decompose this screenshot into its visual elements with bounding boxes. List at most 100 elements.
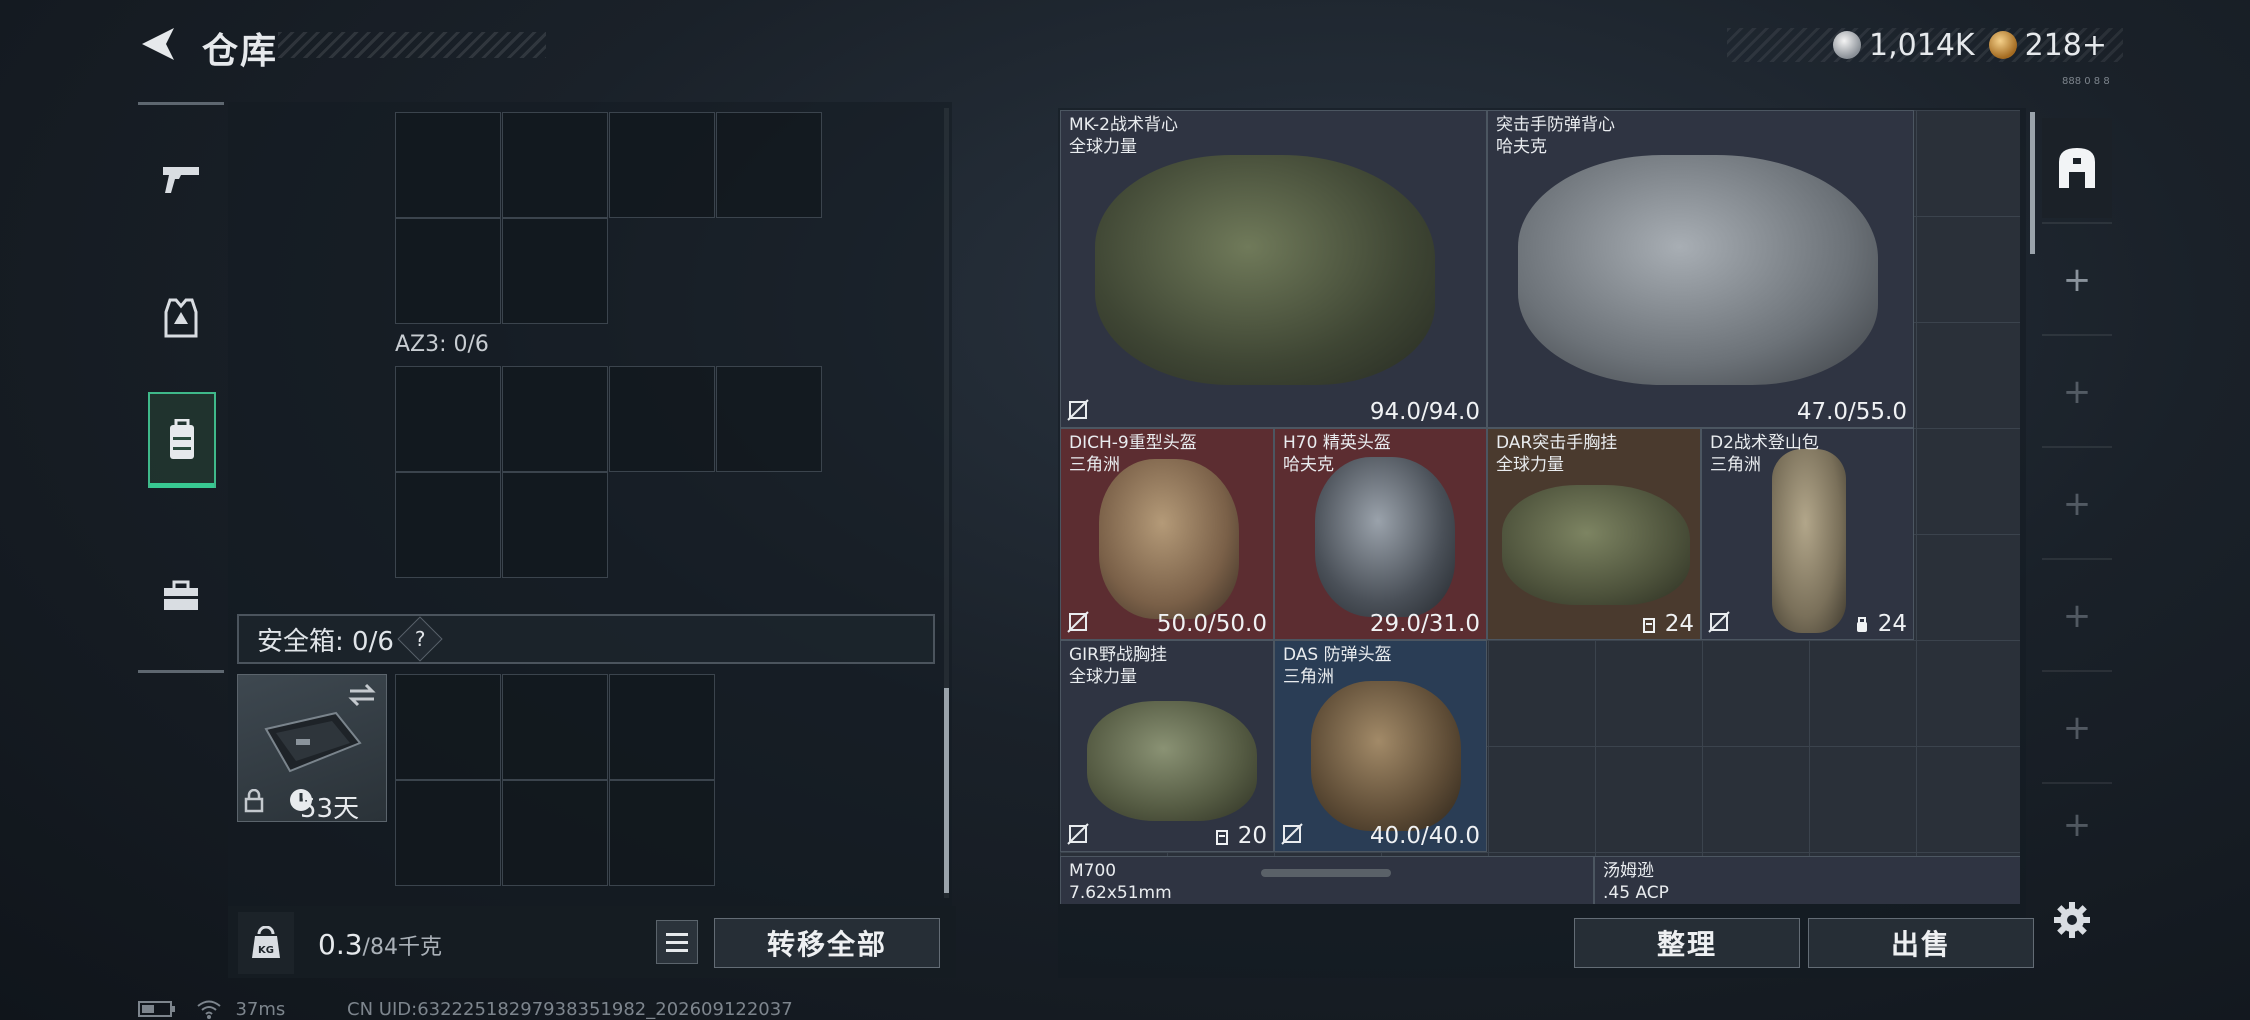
item-h70-helmet[interactable]: H70 精英头盔 哈夫克 29.0/31.0	[1274, 428, 1487, 640]
transfer-all-button[interactable]: 转移全部	[714, 918, 940, 968]
capacity-readout: 24	[1641, 611, 1694, 637]
add-warehouse-tab[interactable]: +	[2042, 342, 2112, 442]
backpack-image	[1772, 449, 1846, 633]
sort-button[interactable]: 整理	[1574, 918, 1800, 968]
no-insure-icon	[1067, 611, 1089, 633]
side-tab-divider	[2042, 334, 2112, 336]
section-label: AZ3: 0/6	[395, 332, 489, 357]
slot[interactable]	[502, 112, 608, 218]
item-das-helmet[interactable]: DAS 防弹头盔 三角洲 40.0/40.0	[1274, 640, 1487, 852]
add-warehouse-tab[interactable]: +	[2042, 230, 2112, 330]
gold-currency[interactable]: 218+	[1988, 28, 2107, 63]
helmet-image	[1311, 681, 1461, 831]
warehouse-icon	[2059, 148, 2095, 188]
side-tab-divider	[2042, 446, 2112, 448]
pistol-icon	[163, 167, 199, 193]
item-m700-rifle[interactable]: M700 7.62x51mm	[1060, 856, 1594, 904]
armor-tab[interactable]	[138, 270, 224, 366]
add-warehouse-tab[interactable]: +	[2042, 566, 2112, 666]
case-tab[interactable]	[138, 548, 224, 644]
vest-image	[1095, 155, 1435, 385]
weight-readout: 0.3/84千克	[318, 928, 442, 961]
slot[interactable]	[609, 674, 715, 780]
vest-image	[1518, 155, 1878, 385]
item-d2-backpack[interactable]: D2战术登山包 三角洲 24	[1701, 428, 1914, 640]
safebox-case-image	[264, 711, 362, 773]
vest-icon	[164, 298, 198, 338]
swap-icon[interactable]	[348, 683, 376, 707]
rifle-image	[1261, 869, 1391, 877]
backpack-capacity-icon	[1857, 616, 1868, 632]
capacity-icon	[1643, 617, 1656, 633]
helmet-image	[1099, 459, 1239, 619]
safebox-days-remaining: 53天	[300, 794, 360, 824]
capacity-icon	[1216, 829, 1229, 845]
battery-icon	[138, 1001, 175, 1017]
no-insure-icon	[1281, 823, 1303, 845]
no-insure-icon	[1067, 399, 1089, 421]
rail-divider	[138, 102, 224, 105]
backpack-tab[interactable]	[148, 392, 216, 488]
status-bar: 37ms CN UID:6322251829793835198​2_202609…	[138, 998, 793, 1020]
svg-text:KG: KG	[258, 945, 274, 956]
item-dich9-helmet[interactable]: DICH-9重型头盔 三角洲 50.0/50.0	[1060, 428, 1274, 640]
list-view-button[interactable]	[656, 920, 698, 964]
no-insure-icon	[1067, 823, 1089, 845]
slot[interactable]	[716, 112, 822, 218]
capacity-readout: 20	[1214, 823, 1267, 849]
item-thompson-smg[interactable]: 汤姆逊 .45 ACP	[1594, 856, 2020, 904]
add-warehouse-tab[interactable]: +	[2042, 790, 2112, 860]
warehouse-grid: MK-2战术背心 全球力量 94.0/94.0 突击手防弹背心 哈夫克 47.0…	[1060, 110, 2020, 904]
slot[interactable]	[395, 780, 501, 886]
safebox-label: 安全箱: 0/6	[257, 626, 394, 657]
silver-coin-icon	[1833, 31, 1862, 59]
page-title: 仓库	[202, 31, 279, 72]
no-insure-icon	[1708, 611, 1730, 633]
slot[interactable]	[502, 366, 608, 472]
slot[interactable]	[502, 472, 608, 578]
rig-image	[1502, 485, 1690, 605]
title-decoration	[278, 32, 546, 58]
backpack-icon	[170, 419, 194, 459]
slot[interactable]	[395, 674, 501, 780]
weight-icon: KG	[238, 912, 294, 974]
item-mk2-vest[interactable]: MK-2战术背心 全球力量 94.0/94.0	[1060, 110, 1487, 428]
back-icon[interactable]	[138, 24, 178, 64]
side-tab-divider	[2042, 558, 2112, 560]
settings-gear-icon[interactable]	[2052, 900, 2092, 940]
slot[interactable]	[502, 674, 608, 780]
item-gir-chest-rig[interactable]: GIR野战胸挂 全球力量 20	[1060, 640, 1274, 852]
item-dar-chest-rig[interactable]: DAR突击手胸挂 全球力量 24	[1487, 428, 1701, 640]
version-tag: 888 0 8 8	[2062, 76, 2110, 87]
slot[interactable]	[395, 218, 501, 324]
wifi-icon	[197, 1000, 221, 1019]
slot[interactable]	[395, 366, 501, 472]
slot[interactable]	[609, 780, 715, 886]
briefcase-icon	[164, 580, 198, 610]
uid-readout: CN UID:6322251829793835198​2_20260912203…	[347, 998, 793, 1020]
help-icon[interactable]: ?	[397, 616, 443, 662]
safebox-header: 安全箱: 0/6 ?	[237, 614, 935, 664]
slot[interactable]	[716, 366, 822, 472]
item-assault-vest[interactable]: 突击手防弹背心 哈夫克 47.0/55.0	[1487, 110, 1914, 428]
slot[interactable]	[502, 218, 608, 324]
slot[interactable]	[609, 366, 715, 472]
gold-coin-icon	[1988, 31, 2017, 59]
weapons-tab[interactable]	[138, 130, 224, 226]
rail-divider	[138, 670, 224, 673]
warehouse-main-tab[interactable]	[2042, 118, 2112, 218]
side-tab-divider	[2042, 782, 2112, 784]
side-tab-divider	[2042, 670, 2112, 672]
slot[interactable]	[502, 780, 608, 886]
add-warehouse-tab[interactable]: +	[2042, 454, 2112, 554]
backpack-scroll-thumb[interactable]	[944, 688, 949, 893]
slot[interactable]	[609, 112, 715, 218]
capacity-readout: 24	[1854, 611, 1907, 637]
sell-button[interactable]: 出售	[1808, 918, 2034, 968]
slot[interactable]	[395, 472, 501, 578]
warehouse-scroll-thumb[interactable]	[2030, 112, 2035, 254]
silver-currency[interactable]: 1,014K	[1833, 28, 1975, 63]
rig-image	[1087, 701, 1257, 821]
slot[interactable]	[395, 112, 501, 218]
add-warehouse-tab[interactable]: +	[2042, 678, 2112, 778]
